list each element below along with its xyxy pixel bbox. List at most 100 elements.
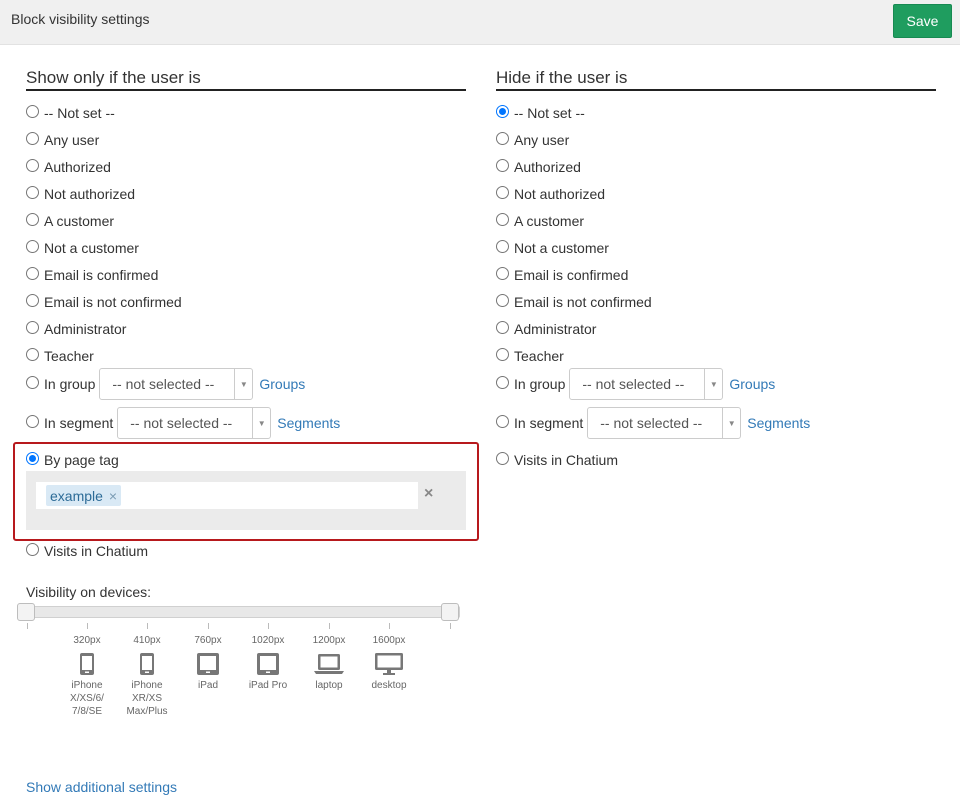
radio-button[interactable] bbox=[26, 239, 39, 253]
page-tag-input[interactable]: example × bbox=[36, 482, 418, 509]
radio-button[interactable] bbox=[496, 347, 509, 361]
radio-option[interactable]: Email is confirmed bbox=[26, 265, 158, 285]
header-bar: Block visibility settings Save bbox=[0, 0, 960, 45]
radio-button[interactable] bbox=[26, 212, 39, 226]
radio-label: Email is confirmed bbox=[44, 267, 159, 283]
radio-option[interactable]: Email is confirmed bbox=[496, 265, 628, 285]
device-name: iPhone bbox=[131, 680, 163, 691]
radio-option[interactable]: Not authorized bbox=[496, 184, 605, 204]
in-group-row: In group -- not selected -- ▼ Groups bbox=[26, 368, 305, 400]
segments-link[interactable]: Segments bbox=[747, 415, 810, 431]
radio-button[interactable] bbox=[496, 104, 509, 118]
slider-handle-max[interactable] bbox=[441, 603, 459, 621]
slider-tick bbox=[87, 623, 88, 629]
chevron-down-icon: ▼ bbox=[722, 408, 740, 438]
radio-label: -- Not set -- bbox=[514, 105, 585, 121]
device-name: XR/XS bbox=[131, 693, 162, 704]
phone-icon bbox=[80, 653, 94, 675]
radio-button[interactable] bbox=[26, 347, 39, 361]
segments-link[interactable]: Segments bbox=[277, 415, 340, 431]
radio-button[interactable] bbox=[496, 375, 509, 389]
radio-button[interactable] bbox=[496, 185, 509, 199]
device-width-label: 320px bbox=[73, 635, 101, 646]
radio-label: -- Not set -- bbox=[44, 105, 115, 121]
device-ipad: 760px iPad bbox=[178, 634, 238, 692]
radio-button[interactable] bbox=[26, 414, 39, 428]
radio-button[interactable] bbox=[26, 542, 39, 556]
radio-button[interactable] bbox=[26, 104, 39, 118]
radio-option[interactable]: Not a customer bbox=[26, 238, 139, 258]
radio-button[interactable] bbox=[496, 131, 509, 145]
slider-handle-min[interactable] bbox=[17, 603, 35, 621]
slider-tick bbox=[389, 623, 390, 629]
radio-option[interactable]: A customer bbox=[26, 211, 114, 231]
radio-label: Visits in Chatium bbox=[44, 543, 149, 559]
slider-tick bbox=[27, 623, 28, 629]
radio-option[interactable]: Any user bbox=[26, 130, 99, 150]
page-title: Block visibility settings bbox=[11, 11, 150, 27]
radio-button[interactable] bbox=[26, 266, 39, 280]
group-select[interactable]: -- not selected -- ▼ bbox=[569, 368, 724, 400]
device-width-label: 1600px bbox=[372, 635, 406, 646]
in-segment-row: In segment -- not selected -- ▼ Segments bbox=[26, 407, 340, 439]
radio-button[interactable] bbox=[26, 375, 39, 389]
radio-option[interactable]: Email is not confirmed bbox=[26, 292, 182, 312]
radio-option[interactable]: -- Not set -- bbox=[26, 103, 115, 123]
radio-option[interactable]: Authorized bbox=[26, 157, 111, 177]
groups-link[interactable]: Groups bbox=[729, 376, 775, 392]
device-name: iPad Pro bbox=[248, 680, 288, 691]
radio-option[interactable]: Visits in Chatium bbox=[496, 450, 618, 470]
radio-option[interactable]: Administrator bbox=[26, 319, 126, 339]
chevron-down-icon: ▼ bbox=[704, 369, 722, 399]
radio-button[interactable] bbox=[496, 451, 509, 465]
device-name: iPhone bbox=[71, 680, 103, 691]
radio-option[interactable]: Administrator bbox=[496, 319, 596, 339]
radio-option[interactable]: Teacher bbox=[496, 346, 564, 366]
radio-button[interactable] bbox=[26, 185, 39, 199]
clear-tags-icon[interactable]: × bbox=[424, 485, 433, 503]
device-desktop: 1600px desktop bbox=[359, 634, 419, 692]
group-select[interactable]: -- not selected -- ▼ bbox=[99, 368, 254, 400]
in-segment-label: In segment bbox=[514, 415, 584, 431]
radio-option[interactable]: Email is not confirmed bbox=[496, 292, 652, 312]
slider-tick bbox=[329, 623, 330, 629]
radio-option[interactable]: Authorized bbox=[496, 157, 581, 177]
radio-button[interactable] bbox=[496, 320, 509, 334]
radio-button[interactable] bbox=[26, 158, 39, 172]
radio-option[interactable]: Visits in Chatium bbox=[26, 541, 148, 561]
radio-button[interactable] bbox=[26, 131, 39, 145]
segment-select[interactable]: -- not selected -- ▼ bbox=[587, 407, 742, 439]
radio-button[interactable] bbox=[496, 293, 509, 307]
segment-select[interactable]: -- not selected -- ▼ bbox=[117, 407, 272, 439]
radio-label: Not authorized bbox=[44, 186, 136, 202]
in-segment-row: In segment -- not selected -- ▼ Segments bbox=[496, 407, 810, 439]
show-additional-settings-link[interactable]: Show additional settings bbox=[26, 779, 177, 795]
radio-button[interactable] bbox=[496, 212, 509, 226]
radio-option[interactable]: A customer bbox=[496, 211, 584, 231]
radio-option[interactable]: Teacher bbox=[26, 346, 94, 366]
tag-chip: example × bbox=[46, 485, 122, 506]
segment-select-value: -- not selected -- bbox=[130, 415, 233, 431]
radio-label: Email is confirmed bbox=[514, 267, 629, 283]
groups-link[interactable]: Groups bbox=[259, 376, 305, 392]
radio-option[interactable]: Not a customer bbox=[496, 238, 609, 258]
radio-button[interactable] bbox=[26, 293, 39, 307]
remove-tag-icon[interactable]: × bbox=[109, 488, 117, 504]
radio-button[interactable] bbox=[26, 320, 39, 334]
radio-button[interactable] bbox=[496, 239, 509, 253]
radio-label: Not a customer bbox=[514, 240, 609, 256]
in-group-label: In group bbox=[44, 376, 96, 392]
radio-label: Teacher bbox=[514, 348, 564, 364]
slider-tick bbox=[450, 623, 451, 629]
device-range-slider[interactable] bbox=[25, 606, 460, 618]
radio-option[interactable]: Any user bbox=[496, 130, 569, 150]
radio-button[interactable] bbox=[496, 158, 509, 172]
save-button[interactable]: Save bbox=[893, 4, 952, 38]
tablet-icon bbox=[197, 653, 219, 675]
radio-button[interactable] bbox=[496, 266, 509, 280]
device-name: Max/Plus bbox=[126, 706, 168, 717]
devices-label: Visibility on devices: bbox=[26, 584, 152, 600]
radio-option[interactable]: -- Not set -- bbox=[496, 103, 585, 123]
radio-option[interactable]: Not authorized bbox=[26, 184, 135, 204]
radio-button[interactable] bbox=[496, 414, 509, 428]
